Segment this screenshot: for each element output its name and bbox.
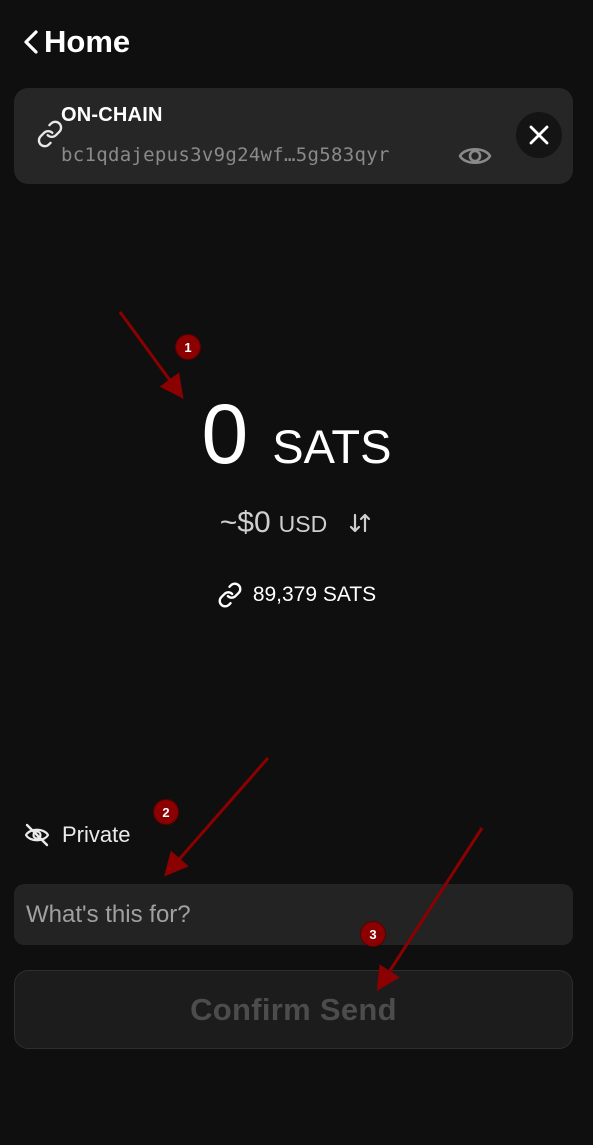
- fiat-conversion: ~$0 USD: [0, 506, 593, 540]
- annotation-badge-2: 2: [154, 800, 178, 824]
- balance-text: 89,379 SATS: [252, 583, 377, 606]
- link-icon: [37, 120, 63, 148]
- page-title[interactable]: Home: [44, 22, 130, 62]
- reveal-address-button[interactable]: [457, 138, 493, 174]
- eye-off-icon: [24, 823, 50, 847]
- clear-destination-button[interactable]: [516, 112, 562, 158]
- amount-value: 0: [201, 387, 249, 481]
- swap-vertical-icon[interactable]: [347, 510, 373, 536]
- annotation-badge-1: 1: [176, 335, 200, 359]
- chevron-left-icon: [24, 30, 38, 54]
- eye-icon: [458, 147, 492, 165]
- annotation-badge-3: 3: [361, 922, 385, 946]
- confirm-send-button[interactable]: Confirm Send: [14, 970, 573, 1049]
- link-icon: [218, 582, 242, 608]
- destination-card: ON-CHAIN bc1qdajepus3v9g24wf…5g583qyr: [14, 88, 573, 184]
- private-label: Private: [62, 822, 131, 847]
- amount-unit: SATS: [272, 420, 392, 473]
- available-balance: 89,379 SATS: [0, 582, 593, 608]
- close-icon: [529, 125, 549, 145]
- annotation-arrow-2: [164, 757, 270, 877]
- fiat-value: ~$0: [219, 506, 271, 539]
- destination-address: bc1qdajepus3v9g24wf…5g583qyr: [61, 144, 390, 166]
- note-input[interactable]: [14, 884, 573, 945]
- destination-type: ON-CHAIN: [61, 104, 163, 126]
- private-toggle[interactable]: Private: [24, 822, 130, 848]
- fiat-unit: USD: [278, 511, 328, 537]
- annotation-arrow-1: [118, 311, 184, 399]
- amount-display[interactable]: 0 SATS: [0, 384, 593, 484]
